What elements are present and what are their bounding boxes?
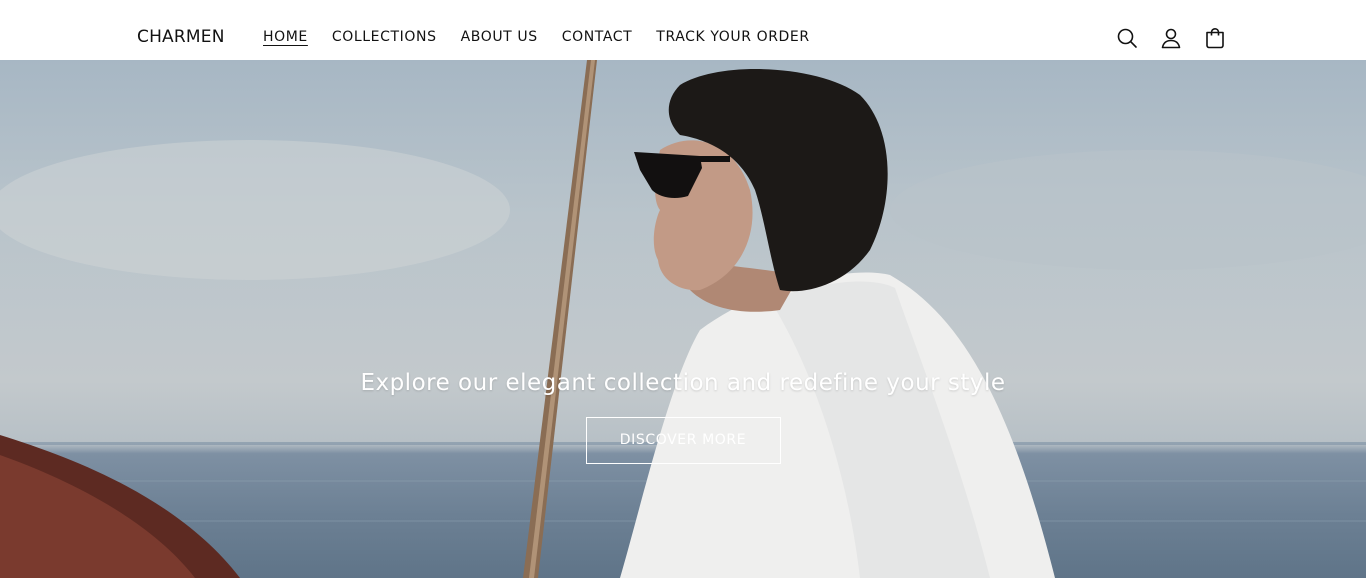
hero-banner: Explore our elegant collection and redef… <box>0 60 1366 578</box>
nav-collections[interactable]: COLLECTIONS <box>332 29 437 45</box>
hero-content: Explore our elegant collection and redef… <box>0 370 1366 464</box>
main-nav: HOME COLLECTIONS ABOUT US CONTACT TRACK … <box>263 29 834 45</box>
nav-about-us[interactable]: ABOUT US <box>461 29 538 45</box>
header-icons <box>1115 26 1227 50</box>
hero-background-image <box>0 60 1366 578</box>
search-icon[interactable] <box>1115 26 1139 50</box>
hero-heading: Explore our elegant collection and redef… <box>360 370 1006 396</box>
site-header: CHARMEN HOME COLLECTIONS ABOUT US CONTAC… <box>0 0 1366 60</box>
nav-contact[interactable]: CONTACT <box>562 29 633 45</box>
cart-icon[interactable] <box>1203 26 1227 50</box>
nav-home[interactable]: HOME <box>263 29 308 45</box>
account-icon[interactable] <box>1159 26 1183 50</box>
discover-more-button[interactable]: DISCOVER MORE <box>585 417 781 464</box>
nav-track-your-order[interactable]: TRACK YOUR ORDER <box>656 29 809 45</box>
site-logo[interactable]: CHARMEN <box>137 27 225 47</box>
